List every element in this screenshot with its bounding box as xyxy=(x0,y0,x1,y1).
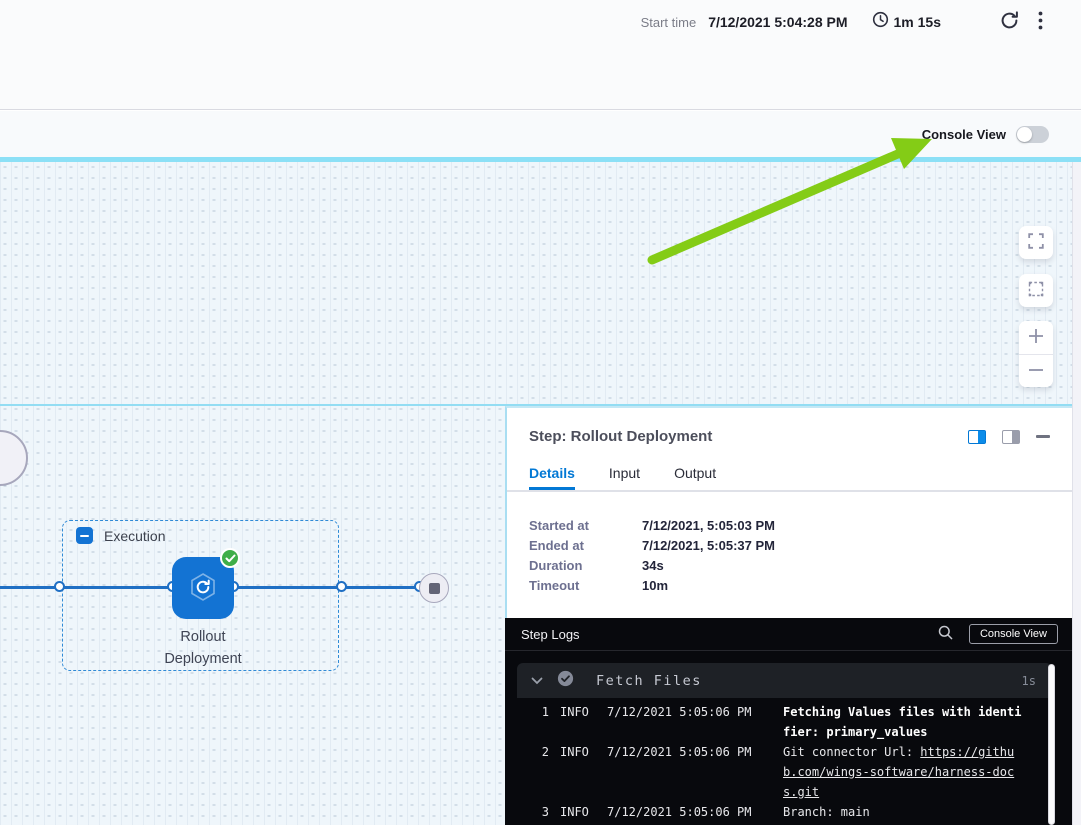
fullscreen-button[interactable] xyxy=(1019,226,1053,259)
log-group-duration: 1s xyxy=(1022,674,1036,688)
log-scrollbar-thumb[interactable] xyxy=(1048,664,1055,825)
minimize-panel-button[interactable] xyxy=(1036,435,1050,438)
tab-details[interactable]: Details xyxy=(529,465,575,490)
success-badge-icon xyxy=(220,548,240,568)
step-logs-title: Step Logs xyxy=(521,627,938,642)
toggle-knob xyxy=(1017,127,1032,142)
group-label: Execution xyxy=(104,528,165,544)
more-options-button[interactable] xyxy=(1038,11,1043,33)
detail-label: Duration xyxy=(529,556,642,576)
log-row: 1 INFO 7/12/2021 5:05:06 PM Fetching Values… xyxy=(517,702,1072,742)
log-message: Git connector Url: https://github.com/wi… xyxy=(783,742,1023,802)
check-circle-icon xyxy=(557,670,574,692)
stop-icon xyxy=(429,583,440,594)
log-message: Fetching Values files with identifier: p… xyxy=(783,702,1023,742)
refresh-icon xyxy=(999,10,1020,34)
node-label: Rollout Deployment xyxy=(148,626,258,670)
minus-icon xyxy=(1028,362,1044,381)
log-row: 2 INFO 7/12/2021 5:05:06 PM Git connector U… xyxy=(517,742,1072,802)
detail-row: Started at 7/12/2021, 5:05:03 PM xyxy=(529,516,1050,536)
zoom-out-button[interactable] xyxy=(1019,354,1053,387)
log-level: INFO xyxy=(560,742,596,762)
detail-row: Ended at 7/12/2021, 5:05:37 PM xyxy=(529,536,1050,556)
console-view-toggle[interactable] xyxy=(1016,126,1049,143)
plus-icon xyxy=(1028,328,1044,347)
page-scrollbar-track[interactable] xyxy=(1072,162,1081,825)
start-time-value: 7/12/2021 5:04:28 PM xyxy=(708,14,847,30)
fit-to-screen-button[interactable] xyxy=(1019,274,1053,307)
log-line-number: 3 xyxy=(517,802,549,822)
stage-progress-bar xyxy=(0,157,1081,162)
log-timestamp: 7/12/2021 5:05:06 PM xyxy=(607,742,752,762)
stop-node[interactable] xyxy=(419,573,449,603)
log-line-number: 1 xyxy=(517,702,549,722)
detail-row: Timeout 10m xyxy=(529,576,1050,596)
pipeline-execution-page: Start time 7/12/2021 5:04:28 PM 1m 15s xyxy=(0,0,1081,825)
elapsed-time: 1m 15s xyxy=(894,14,941,30)
minus-icon xyxy=(80,535,89,537)
edge-connector-dot xyxy=(336,581,347,592)
log-message-text: Git connector Url: xyxy=(783,745,920,759)
start-time-label: Start time xyxy=(641,15,697,30)
refresh-button[interactable] xyxy=(999,10,1020,34)
split-view-icon xyxy=(978,431,985,443)
logs-console-view-button[interactable]: Console View xyxy=(969,624,1058,644)
log-message-text: Branch: main xyxy=(783,805,870,819)
kebab-menu-icon xyxy=(1038,11,1043,33)
detail-label: Ended at xyxy=(529,536,642,556)
search-icon xyxy=(938,625,953,643)
log-level: INFO xyxy=(560,702,596,722)
canvas-zoom-controls xyxy=(1019,226,1053,387)
detail-row: Duration 34s xyxy=(529,556,1050,576)
log-message-highlight: Fetching Values files with identifier: p… xyxy=(783,705,1021,739)
edge-connector-dot xyxy=(54,581,65,592)
log-line-number: 2 xyxy=(517,742,549,762)
detail-value: 10m xyxy=(642,576,668,596)
log-group-name: Fetch Files xyxy=(596,673,1022,689)
split-view-button-active[interactable] xyxy=(968,430,986,444)
fullscreen-icon xyxy=(1028,233,1044,252)
detail-label: Timeout xyxy=(529,576,642,596)
log-group-fetch-files[interactable]: Fetch Files 1s xyxy=(517,663,1052,698)
detail-value: 7/12/2021, 5:05:03 PM xyxy=(642,516,775,536)
collapse-group-checkbox[interactable] xyxy=(76,527,93,544)
clock-icon xyxy=(872,11,889,33)
log-level: INFO xyxy=(560,802,596,822)
log-lines: 1 INFO 7/12/2021 5:05:06 PM Fetching Values… xyxy=(505,698,1072,822)
detail-label: Started at xyxy=(529,516,642,536)
panel-view-icon xyxy=(1012,431,1019,443)
zoom-in-button[interactable] xyxy=(1019,321,1053,354)
tab-input[interactable]: Input xyxy=(609,465,640,490)
console-view-label: Console View xyxy=(922,127,1006,142)
chevron-down-icon xyxy=(531,677,543,685)
tab-output[interactable]: Output xyxy=(674,465,716,490)
log-message: Branch: main xyxy=(783,802,1023,822)
execution-top-bar: Start time 7/12/2021 5:04:28 PM 1m 15s xyxy=(0,0,1081,110)
panel-tabs: Details Input Output xyxy=(507,465,1072,490)
details-list: Started at 7/12/2021, 5:05:03 PM Ended a… xyxy=(507,492,1072,596)
detail-value: 34s xyxy=(642,556,664,576)
rollout-step-icon xyxy=(184,568,222,609)
view-toolbar: Console View xyxy=(0,111,1081,157)
panel-title: Step: Rollout Deployment xyxy=(529,428,968,445)
log-row: 3 INFO 7/12/2021 5:05:06 PM Branch: main xyxy=(517,802,1072,822)
step-logs-panel: Step Logs Console View Fetch Files 1s 1I… xyxy=(505,618,1072,825)
log-search-button[interactable] xyxy=(938,625,953,643)
log-timestamp: 7/12/2021 5:05:06 PM xyxy=(607,702,752,722)
fit-to-screen-icon xyxy=(1028,281,1044,300)
detail-value: 7/12/2021, 5:05:37 PM xyxy=(642,536,775,556)
log-timestamp: 7/12/2021 5:05:06 PM xyxy=(607,802,752,822)
panel-view-button[interactable] xyxy=(1002,430,1020,444)
